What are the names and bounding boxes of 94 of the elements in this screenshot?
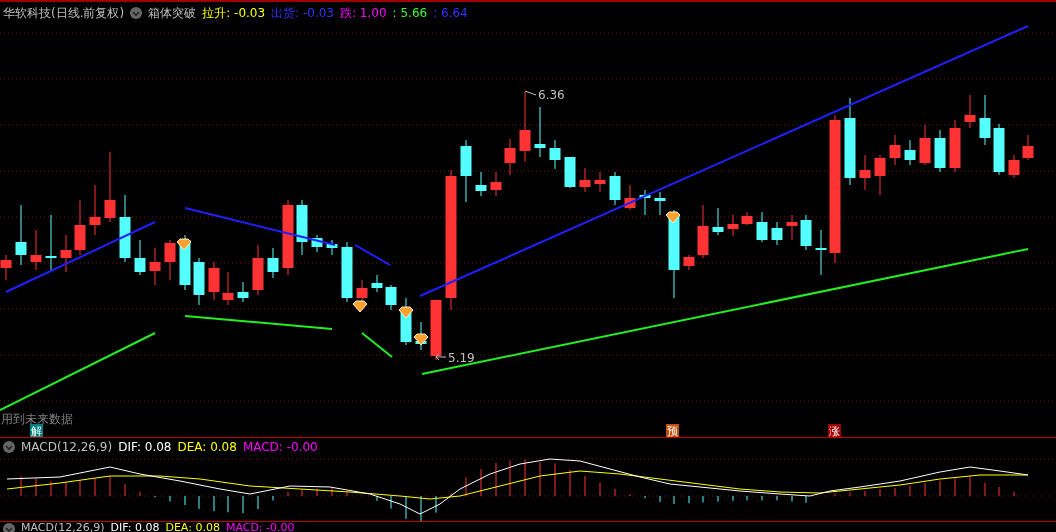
support-line (361, 332, 393, 358)
candlestick (579, 167, 591, 193)
candlestick (311, 234, 323, 253)
candlestick (979, 94, 991, 146)
candlestick (1022, 134, 1034, 161)
candlestick (697, 204, 709, 259)
candlestick (874, 154, 886, 196)
candlestick (119, 194, 131, 263)
candlestick (74, 199, 86, 256)
candlestick (639, 189, 651, 216)
candlestick (341, 241, 353, 303)
candlestick (859, 154, 871, 191)
indicator-reading: DIF: 0.08 (110, 520, 160, 532)
indicator-reading: 出货: -0.03 (271, 5, 334, 22)
candlestick (904, 139, 916, 166)
candlestick (727, 214, 739, 237)
indicator-reading: : 5.66 (392, 5, 428, 22)
candlestick (134, 239, 146, 276)
diamond-icon (176, 238, 192, 251)
candlestick (889, 134, 901, 166)
candlestick (683, 254, 695, 271)
dropdown-icon[interactable] (130, 7, 143, 19)
candlestick (149, 247, 161, 286)
indicator-reading: 拉升: -0.03 (202, 5, 266, 22)
candlestick (741, 211, 753, 226)
signal-badge: 涨 (828, 424, 841, 437)
candlestick (490, 171, 502, 197)
leader-line (524, 90, 537, 96)
indicator-title: MACD(12,26,9) (21, 438, 113, 456)
future-data-warning: 用到未来数据 (1, 412, 73, 426)
candlestick (993, 123, 1005, 176)
candlestick (786, 214, 798, 241)
trend-line (354, 244, 391, 266)
candlestick (949, 119, 961, 173)
candlestick (1008, 154, 1020, 179)
candlestick (519, 91, 531, 163)
stock-title: 华软科技(日线.前复权) (3, 5, 125, 22)
candlestick (430, 299, 442, 361)
candlestick (0, 254, 12, 281)
candlestick (756, 211, 768, 243)
candlestick (252, 244, 264, 296)
candlestick (193, 257, 205, 306)
candlestick (237, 281, 249, 303)
indicator-reading: DEA: 0.08 (177, 438, 237, 456)
leader-line (435, 353, 447, 361)
candlestick (624, 184, 636, 211)
candlestick (267, 247, 279, 279)
candlestick (564, 156, 576, 189)
candlestick (594, 171, 606, 193)
diamond-icon (352, 300, 368, 313)
candlestick (934, 129, 946, 173)
signal-badge: 解 (30, 424, 43, 437)
dropdown-icon[interactable] (3, 440, 15, 453)
candlestick (385, 284, 397, 311)
signal-badge: 预 (666, 424, 679, 437)
candlestick (104, 151, 116, 223)
diamond-icon (413, 333, 429, 346)
indicator-name: 箱体突破 (148, 5, 197, 22)
candlestick (475, 171, 487, 197)
indicator-reading: MACD: -0.00 (242, 438, 318, 456)
candlestick (815, 229, 827, 276)
candlestick (460, 139, 472, 203)
indicator-reading: : 6.64 (433, 5, 468, 22)
candlestick (89, 184, 101, 236)
candlestick (771, 221, 783, 246)
candlestick (919, 124, 931, 166)
candlestick (30, 229, 42, 271)
high-price-label: 6.36 (538, 88, 565, 102)
candlestick (222, 271, 234, 306)
low-price-label: 5.19 (448, 351, 475, 365)
candlestick (654, 191, 666, 216)
dropdown-icon[interactable] (3, 522, 15, 532)
candlestick (60, 234, 72, 273)
candlestick (609, 171, 621, 206)
candlestick (164, 239, 176, 281)
candlestick (326, 239, 338, 256)
candlestick (296, 199, 308, 256)
candlestick (45, 214, 57, 271)
candlestick (712, 207, 724, 236)
candlestick (549, 139, 561, 170)
indicator-reading: 跌: 1.00 (340, 5, 387, 22)
candlestick (371, 274, 383, 293)
indicator-reading: DIF: 0.08 (118, 438, 172, 456)
indicator-reading: DEA: 0.08 (165, 520, 220, 532)
candlestick (964, 94, 976, 129)
indicator-reading: MACD: -0.00 (225, 520, 295, 532)
candlestick (504, 138, 516, 176)
diamond-icon (398, 306, 414, 319)
candlestick (534, 106, 546, 158)
candlestick (15, 204, 27, 266)
indicator-title: MACD(12,26,9) (21, 520, 105, 532)
candlestick (800, 214, 812, 251)
candlestick (208, 261, 220, 301)
diamond-icon (665, 211, 681, 224)
